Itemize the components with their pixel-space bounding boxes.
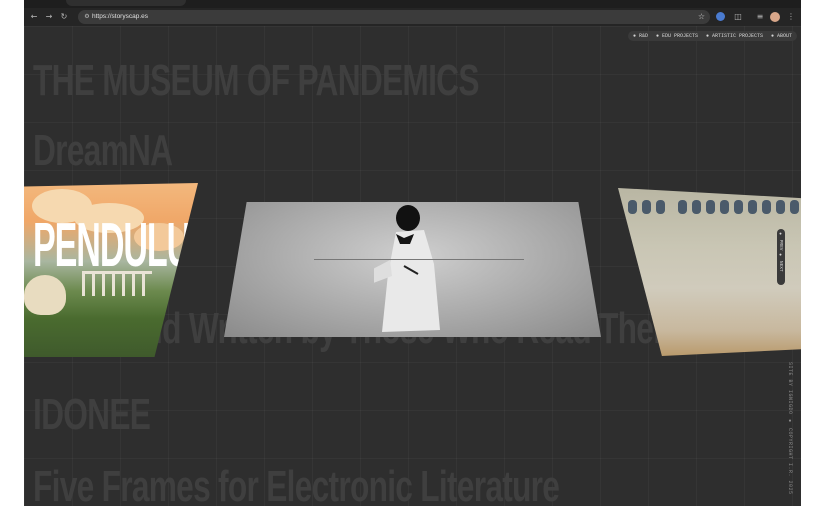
divider-line (314, 259, 524, 260)
person-figure (374, 205, 440, 332)
project-title[interactable]: IDONEE (33, 390, 151, 440)
window-shape (642, 200, 651, 214)
nav-edu-projects[interactable]: ● EDU PROJECTS (656, 33, 698, 39)
window-shape (692, 200, 701, 214)
window-shape (776, 200, 785, 214)
reload-icon[interactable]: ↻ (58, 11, 70, 23)
main-nav: ● R&D ● EDU PROJECTS ● ARTISTIC PROJECTS… (627, 31, 797, 41)
window-shape (762, 200, 771, 214)
window-shape (790, 200, 799, 214)
forward-icon[interactable]: → (43, 11, 55, 23)
site-info-icon[interactable]: ⚙ (82, 11, 92, 23)
active-tab[interactable] (66, 0, 186, 6)
browser-window: ← → ↻ ⚙ https://storyscap.es ☆ ◫ ≡ ⋮ THE… (24, 0, 801, 506)
window-shape (706, 200, 715, 214)
page-content: THE MUSEUM OF PANDEMICS DreamNA The Worl… (24, 26, 801, 506)
carousel-nav-label[interactable]: ● PREV ● NEXT (778, 232, 783, 272)
url-text[interactable]: https://storyscap.es (92, 10, 148, 24)
hat-shape (24, 275, 66, 315)
site-credit: SITE BY IGNIGDO ● COPYRIGHT I.R. 2025 (787, 362, 793, 495)
carousel-nav[interactable]: ● PREV ● NEXT (777, 229, 785, 285)
extension-icon[interactable] (716, 12, 725, 21)
back-icon[interactable]: ← (28, 11, 40, 23)
extensions-puzzle-icon[interactable]: ◫ (732, 11, 744, 23)
window-shape (734, 200, 743, 214)
browser-toolbar: ← → ↻ ⚙ https://storyscap.es ☆ ◫ ≡ ⋮ (24, 8, 801, 26)
nav-about[interactable]: ● ABOUT (771, 33, 792, 39)
project-title[interactable]: THE MUSEUM OF PANDEMICS (33, 56, 479, 106)
window-shape (628, 200, 637, 214)
profile-avatar[interactable] (770, 12, 780, 22)
window-shape (748, 200, 757, 214)
window-shape (678, 200, 687, 214)
menu-kebab-icon[interactable]: ⋮ (785, 11, 797, 23)
window-shape (656, 200, 665, 214)
reading-list-icon[interactable]: ≡ (754, 11, 766, 23)
address-bar[interactable]: ⚙ https://storyscap.es ☆ (78, 10, 710, 24)
project-title[interactable]: DreamNA (33, 126, 173, 176)
nav-rd[interactable]: ● R&D (633, 33, 648, 39)
window-shape (720, 200, 729, 214)
featured-title: PENDULUM (33, 211, 198, 280)
project-card-video[interactable] (224, 202, 601, 337)
project-title[interactable]: Five Frames for Electronic Literature (33, 462, 560, 506)
tab-strip (24, 0, 801, 8)
star-icon[interactable]: ☆ (698, 10, 705, 24)
nav-artistic-projects[interactable]: ● ARTISTIC PROJECTS (706, 33, 763, 39)
